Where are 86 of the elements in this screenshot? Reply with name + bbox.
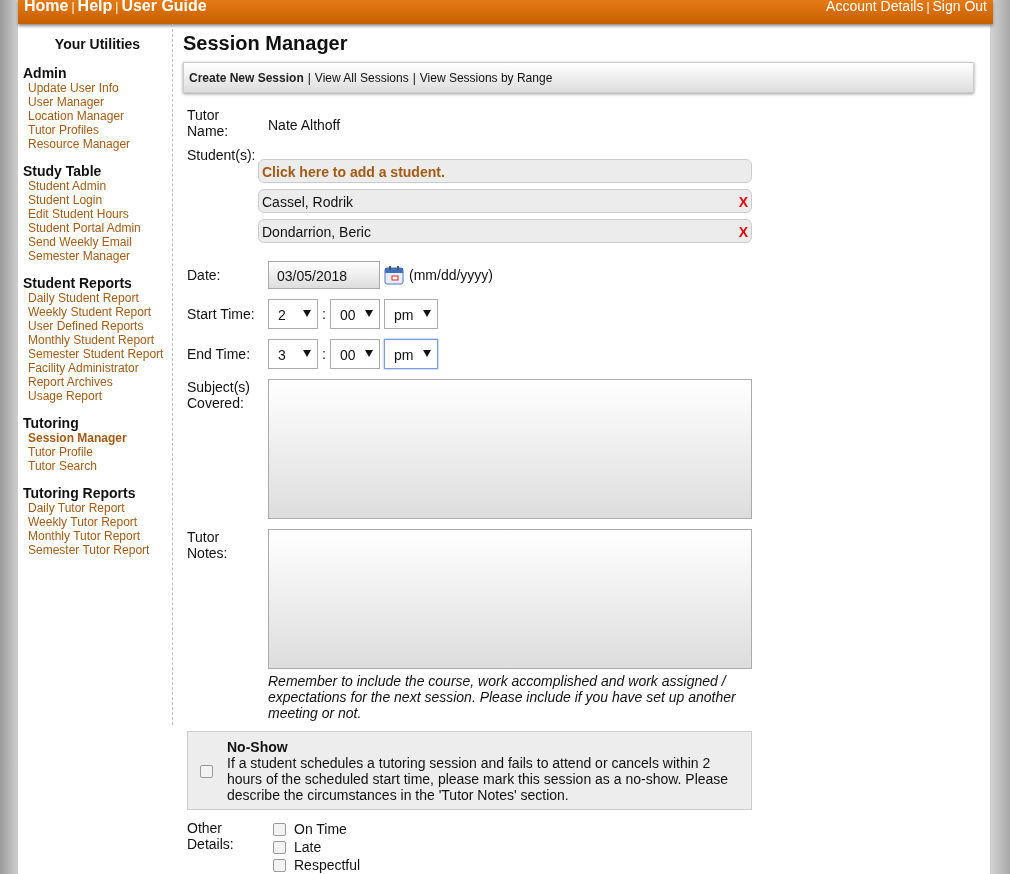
caret-icon: [364, 350, 373, 357]
sidebar-heading: Study Table: [23, 164, 103, 179]
page-title: Session Manager: [183, 31, 349, 56]
sidebar-link[interactable]: User Defined Reports: [23, 319, 172, 333]
sidebar-link[interactable]: Daily Student Report: [23, 291, 172, 305]
field-label: Start Time:: [187, 306, 256, 322]
field-label: Other Details:: [187, 820, 235, 854]
sidebar-link[interactable]: Tutor Profile: [23, 445, 172, 459]
field-label: End Time:: [187, 346, 252, 362]
nav-separator: |: [307, 71, 311, 85]
remove-button[interactable]: X: [738, 192, 748, 210]
sidebar-heading: Student Reports: [23, 276, 133, 291]
option-label: On Time: [294, 819, 347, 839]
sidebar-link[interactable]: Student Login: [23, 193, 172, 207]
sidebar-link[interactable]: Location Manager: [23, 109, 172, 123]
sidebar-link[interactable]: Edit Student Hours: [23, 207, 172, 221]
sidebar-title: Your Utilities: [53, 35, 142, 54]
date-field[interactable]: 03/05/2018: [268, 261, 380, 289]
nav-link[interactable]: User Guide: [121, 0, 207, 14]
minute-dropdown[interactable]: 00: [329, 299, 380, 329]
no-show-title: No-Show: [227, 739, 289, 755]
checkbox[interactable]: [273, 822, 286, 836]
field-label: Subject(s) Covered:: [187, 379, 252, 413]
minute-dropdown[interactable]: 00: [329, 339, 380, 369]
sub-nav-link[interactable]: View Sessions by Range: [419, 71, 553, 85]
sidebar-link[interactable]: Semester Student Report: [23, 347, 172, 361]
sidebar-link[interactable]: Weekly Tutor Report: [23, 515, 172, 529]
field-label: Date:: [187, 267, 222, 283]
nav-link[interactable]: Help: [77, 0, 113, 14]
caret-icon: [364, 310, 373, 317]
nav-link[interactable]: Account Details: [826, 0, 924, 14]
student-name: Dondarrion, Beric: [262, 223, 371, 240]
ampm-dropdown[interactable]: pm: [383, 299, 438, 329]
nav-link[interactable]: Home: [24, 0, 69, 14]
sidebar-link[interactable]: Semester Tutor Report: [23, 543, 172, 557]
caret-icon: [422, 350, 431, 357]
sub-nav-link[interactable]: Create New Session: [189, 71, 304, 85]
sub-nav-link[interactable]: View All Sessions: [314, 71, 409, 85]
field-label: Tutor Notes:: [187, 529, 229, 563]
sidebar-link[interactable]: Tutor Search: [23, 459, 172, 473]
date-format-hint: (mm/dd/yyyy): [409, 265, 493, 285]
field-label: Tutor Name:: [187, 107, 230, 139]
sidebar-link[interactable]: User Manager: [23, 95, 172, 109]
sidebar-link[interactable]: Tutor Profiles: [23, 123, 172, 137]
sidebar-link[interactable]: Monthly Student Report: [23, 333, 172, 347]
tutor-name: Nate Althoff: [268, 116, 341, 135]
sidebar-link[interactable]: Student Portal Admin: [23, 221, 172, 235]
checkbox[interactable]: [273, 840, 286, 854]
sidebar-link[interactable]: Update User Info: [23, 81, 172, 95]
ampm-dropdown[interactable]: pm: [383, 339, 438, 369]
checkbox[interactable]: [273, 858, 286, 872]
nav-separator: |: [412, 71, 416, 85]
sidebar-link[interactable]: Usage Report: [23, 389, 172, 403]
sidebar-link[interactable]: Session Manager: [23, 431, 172, 445]
calendar-icon[interactable]: [384, 265, 404, 285]
option-label: Respectful: [294, 855, 361, 874]
time-separator: :: [322, 304, 326, 324]
hour-dropdown[interactable]: 3: [268, 339, 318, 369]
nav-link[interactable]: Sign Out: [932, 0, 987, 14]
sidebar-link[interactable]: Facility Administrator: [23, 361, 172, 375]
field-label: Student(s):: [187, 147, 257, 163]
sidebar-link[interactable]: Weekly Student Report: [23, 305, 172, 319]
nav-separator: |: [115, 0, 119, 14]
nav-separator: |: [71, 0, 75, 14]
sidebar-link[interactable]: Student Admin: [23, 179, 172, 193]
sidebar-link[interactable]: Semester Manager: [23, 249, 172, 263]
no-show-text: If a student schedules a tutoring session and fails to attend or cancels within 2 hours of the scheduled start time, please mark this session as a no-show. Please describe the circumstances in the 'Tutor Notes' section.: [227, 755, 730, 803]
sidebar-link[interactable]: Report Archives: [23, 375, 172, 389]
sidebar-link[interactable]: Daily Tutor Report: [23, 501, 172, 515]
notes-hint: Remember to include the course, work accomplished and work assigned / expectations for the next session. Please include if you have set up another meeting or not.: [268, 673, 737, 721]
hour-dropdown[interactable]: 2: [268, 299, 318, 329]
sidebar-heading: Tutoring: [23, 416, 80, 431]
sidebar-heading: Tutoring Reports: [23, 486, 137, 501]
sidebar-link[interactable]: Monthly Tutor Report: [23, 529, 172, 543]
sidebar-link[interactable]: Send Weekly Email: [23, 235, 172, 249]
nav-separator: |: [926, 0, 930, 14]
sidebar-link[interactable]: Resource Manager: [23, 137, 172, 151]
checkbox[interactable]: [200, 764, 213, 778]
time-separator: :: [322, 344, 326, 364]
sidebar-heading: Admin: [23, 66, 68, 81]
remove-button[interactable]: X: [738, 222, 748, 240]
caret-icon: [303, 310, 311, 317]
student-name: Cassel, Rodrik: [262, 193, 354, 210]
option-label: Late: [294, 837, 322, 857]
caret-icon: [422, 310, 431, 317]
caret-icon: [303, 350, 311, 357]
